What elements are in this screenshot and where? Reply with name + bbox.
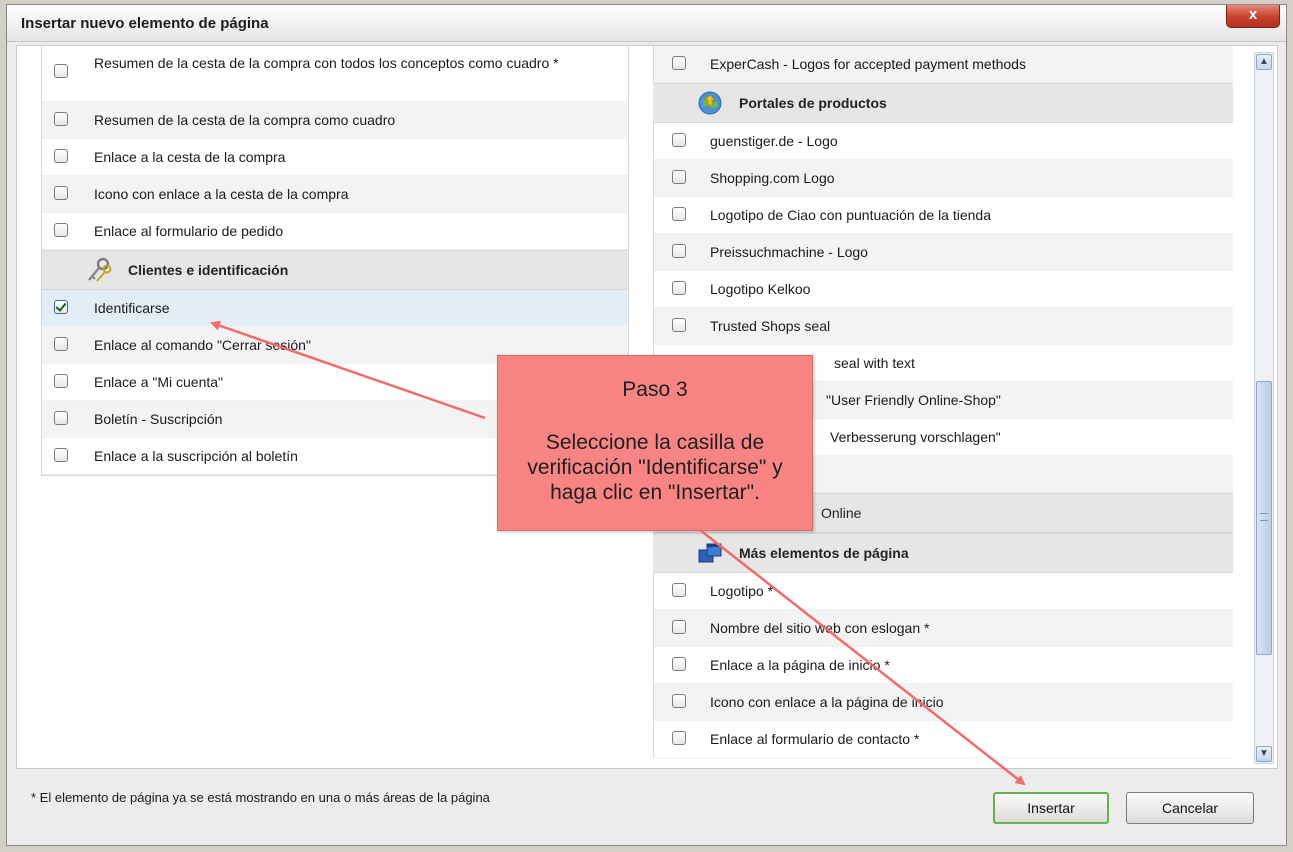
- item-label: Logotipo *: [710, 583, 774, 599]
- checkbox[interactable]: [672, 56, 686, 70]
- list-item[interactable]: ExperCash - Logos for accepted payment m…: [653, 46, 1233, 83]
- item-label: Logotipo Kelkoo: [710, 281, 811, 297]
- windows-icon: [698, 543, 722, 563]
- globe-icon: [698, 91, 722, 115]
- item-label: Enlace a la cesta de la compra: [94, 149, 286, 165]
- close-icon: x: [1248, 6, 1258, 23]
- item-label: Resumen de la cesta de la compra con tod…: [94, 55, 559, 71]
- item-label: Enlace al formulario de contacto *: [710, 731, 920, 747]
- list-item[interactable]: Trusted Shops seal: [653, 308, 1233, 345]
- checkbox[interactable]: [672, 207, 686, 221]
- checkbox[interactable]: [672, 244, 686, 258]
- vertical-scrollbar[interactable]: ▲ ▼: [1254, 52, 1274, 764]
- checkbox-identificarse[interactable]: [54, 300, 68, 314]
- insert-button[interactable]: Insertar: [993, 792, 1109, 824]
- scroll-up-button[interactable]: ▲: [1256, 54, 1272, 70]
- item-label: Enlace al formulario de pedido: [94, 223, 284, 239]
- section-header-portals: Portales de productos: [653, 83, 1233, 123]
- list-item[interactable]: guenstiger.de - Logo: [653, 123, 1233, 160]
- item-label: Icono con enlace a la página de inicio: [710, 694, 944, 710]
- checkbox[interactable]: [672, 583, 686, 597]
- list-item[interactable]: Logotipo Kelkoo: [653, 271, 1233, 308]
- item-label: ExperCash - Logos for accepted payment m…: [710, 56, 1026, 72]
- checkbox[interactable]: [672, 133, 686, 147]
- item-label: Preissuchmachine - Logo: [710, 244, 868, 260]
- title-bar[interactable]: Insertar nuevo elemento de página x: [7, 5, 1286, 42]
- checkbox[interactable]: [672, 657, 686, 671]
- list-item[interactable]: Icono con enlace a la cesta de la compra: [42, 176, 628, 213]
- chevron-up-icon: ▲: [1259, 56, 1269, 67]
- list-item[interactable]: Icono con enlace a la página de inicio: [653, 684, 1233, 721]
- item-label: "User Friendly Online-Shop": [826, 392, 1001, 408]
- checkbox[interactable]: [672, 281, 686, 295]
- item-label: Enlace al comando "Cerrar sesión": [94, 337, 311, 353]
- item-label: Resumen de la cesta de la compra como cu…: [94, 112, 396, 128]
- item-label: Enlace a la página de inicio *: [710, 657, 890, 673]
- checkbox[interactable]: [54, 64, 68, 78]
- checkbox[interactable]: [54, 337, 68, 351]
- checkbox[interactable]: [54, 448, 68, 462]
- cancel-button[interactable]: Cancelar: [1126, 792, 1254, 824]
- checkbox[interactable]: [54, 112, 68, 126]
- checkbox[interactable]: [54, 149, 68, 163]
- list-item[interactable]: Logotipo de Ciao con puntuación de la ti…: [653, 197, 1233, 234]
- checkbox[interactable]: [54, 374, 68, 388]
- list-item[interactable]: Nombre del sitio web con eslogan *: [653, 610, 1233, 647]
- list-item[interactable]: Enlace al formulario de contacto *: [653, 721, 1233, 758]
- list-item-identificarse[interactable]: Identificarse: [42, 290, 628, 327]
- callout-body: Seleccione la casilla de verificación "I…: [527, 431, 783, 504]
- list-item[interactable]: Resumen de la cesta de la compra como cu…: [42, 102, 628, 139]
- list-item[interactable]: Enlace al formulario de pedido: [42, 213, 628, 250]
- item-label: Enlace a la suscripción al boletín: [94, 448, 298, 464]
- section-header-more: Más elementos de página: [653, 533, 1233, 573]
- checkbox[interactable]: [672, 170, 686, 184]
- close-button[interactable]: x: [1226, 5, 1280, 28]
- item-label: Boletín - Suscripción: [94, 411, 223, 427]
- grip-icon: [1260, 513, 1268, 521]
- checkbox[interactable]: [672, 731, 686, 745]
- checkbox[interactable]: [54, 223, 68, 237]
- item-label: Enlace a "Mi cuenta": [94, 374, 224, 390]
- item-label: Nombre del sitio web con eslogan *: [710, 620, 930, 636]
- checkbox[interactable]: [672, 620, 686, 634]
- item-label: Shopping.com Logo: [710, 170, 835, 186]
- item-label: Verbesserung vorschlagen": [830, 429, 1001, 445]
- section-title: Portales de productos: [739, 95, 887, 111]
- item-label: seal with text: [834, 355, 915, 371]
- item-label: Trusted Shops seal: [710, 318, 831, 334]
- checkbox[interactable]: [672, 694, 686, 708]
- list-item[interactable]: Resumen de la cesta de la compra con tod…: [42, 46, 628, 102]
- chevron-down-icon: ▼: [1259, 748, 1269, 759]
- checkbox[interactable]: [54, 186, 68, 200]
- item-label: guenstiger.de - Logo: [710, 133, 838, 149]
- section-title: Clientes e identificación: [128, 262, 289, 278]
- list-item[interactable]: Enlace a la página de inicio *: [653, 647, 1233, 684]
- list-item[interactable]: Preissuchmachine - Logo: [653, 234, 1233, 271]
- list-item[interactable]: Logotipo *: [653, 573, 1233, 610]
- scroll-down-button[interactable]: ▼: [1256, 746, 1272, 762]
- checkbox[interactable]: [54, 411, 68, 425]
- list-item[interactable]: Shopping.com Logo: [653, 160, 1233, 197]
- callout-title: Paso 3: [622, 378, 688, 401]
- tutorial-callout: Paso 3 Seleccione la casilla de verifica…: [497, 355, 813, 531]
- section-header-customers: Clientes e identificación: [42, 250, 628, 290]
- list-item[interactable]: Enlace a la cesta de la compra: [42, 139, 628, 176]
- item-label: Identificarse: [94, 300, 170, 316]
- scrollbar-thumb[interactable]: [1256, 381, 1272, 655]
- dialog-title: Insertar nuevo elemento de página: [21, 15, 269, 32]
- section-title: Online: [821, 505, 862, 521]
- footer-note: * El elemento de página ya se está mostr…: [31, 790, 490, 805]
- section-title: Más elementos de página: [739, 545, 909, 561]
- keys-icon: [88, 257, 112, 282]
- item-label: Icono con enlace a la cesta de la compra: [94, 186, 349, 202]
- item-label: Logotipo de Ciao con puntuación de la ti…: [710, 207, 991, 223]
- checkbox[interactable]: [672, 318, 686, 332]
